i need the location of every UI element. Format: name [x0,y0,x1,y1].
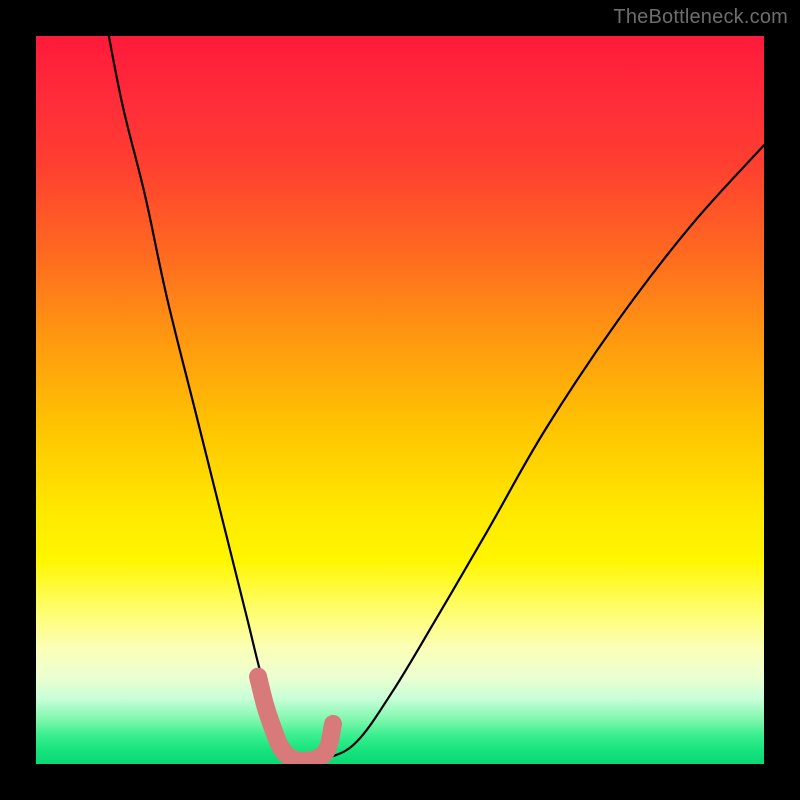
watermark-text: TheBottleneck.com [613,6,788,29]
chart-frame: TheBottleneck.com [0,0,800,800]
valley-end-dot [325,716,341,732]
valley-highlight-curve [258,677,333,761]
curve-layer [36,36,764,764]
bottleneck-curve [109,36,764,761]
plot-area [36,36,764,764]
